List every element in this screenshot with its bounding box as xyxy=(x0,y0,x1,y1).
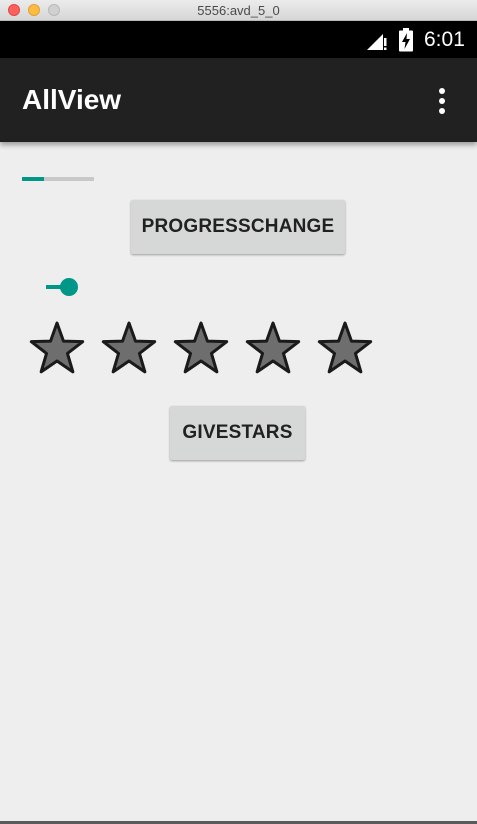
overflow-menu-icon[interactable] xyxy=(432,86,452,116)
app-bar: AllView xyxy=(0,58,477,142)
battery-charging-icon xyxy=(399,28,413,52)
window-title: 5556:avd_5_0 xyxy=(197,3,280,18)
progress-bar xyxy=(22,177,94,181)
emulator-window: 5556:avd_5_0 6:01 AllView PROGRESSCHANGE… xyxy=(0,0,477,824)
progress-change-button[interactable]: PROGRESSCHANGE xyxy=(131,200,345,254)
seekbar-thumb[interactable] xyxy=(60,278,78,296)
signal-icon xyxy=(367,34,387,50)
app-title: AllView xyxy=(22,84,122,115)
star-icon[interactable] xyxy=(172,320,230,378)
status-clock: 6:01 xyxy=(424,28,465,51)
status-bar: 6:01 xyxy=(0,21,477,58)
give-stars-button[interactable]: GIVESTARS xyxy=(170,406,305,460)
star-icon[interactable] xyxy=(316,320,374,378)
progress-bar-fill xyxy=(22,177,44,181)
window-titlebar: 5556:avd_5_0 xyxy=(0,0,477,21)
star-icon[interactable] xyxy=(244,320,302,378)
rating-bar[interactable] xyxy=(28,320,388,378)
star-icon[interactable] xyxy=(100,320,158,378)
star-icon[interactable] xyxy=(28,320,86,378)
